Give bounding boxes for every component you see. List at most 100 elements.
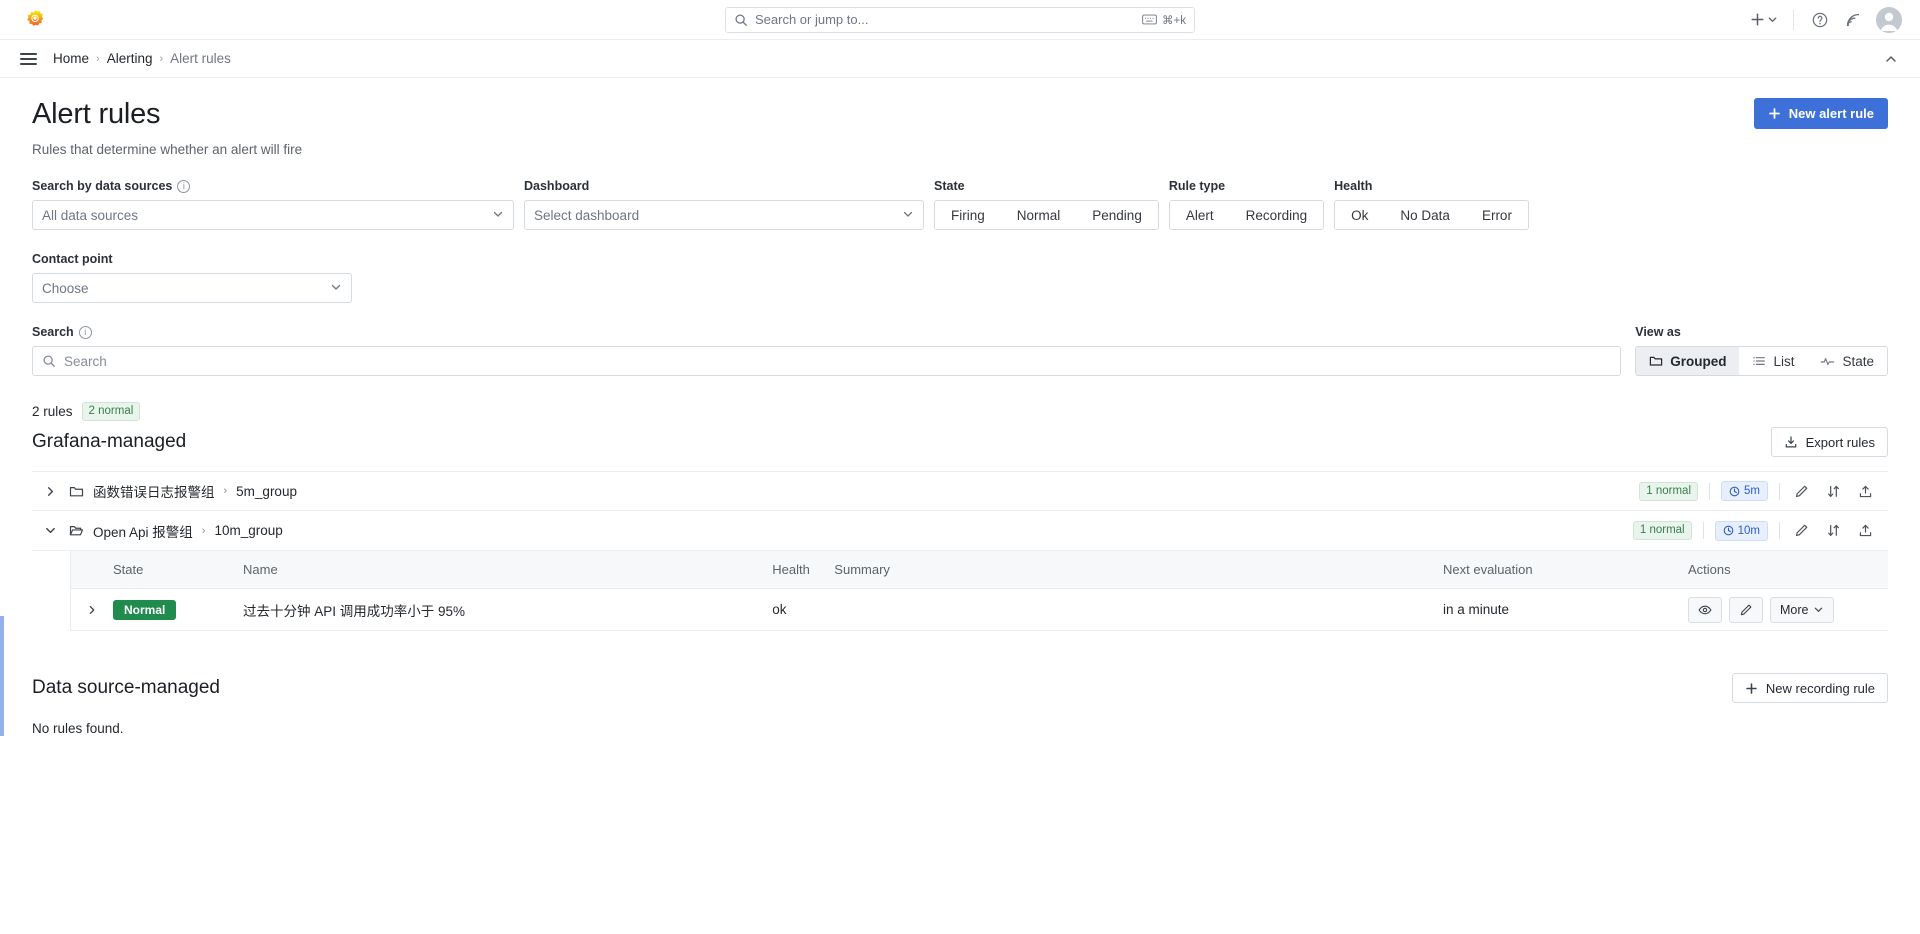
row-name[interactable]: 过去十分钟 API 调用成功率小于 95%	[243, 600, 772, 620]
list-icon	[1753, 357, 1766, 365]
menu-toggle-button[interactable]	[18, 49, 39, 69]
data-sources-label: Search by data sources i	[32, 179, 514, 193]
health-option-error[interactable]: Error	[1465, 201, 1528, 229]
new-alert-rule-button[interactable]: New alert rule	[1753, 98, 1888, 129]
create-new-button[interactable]	[1745, 11, 1782, 28]
edit-rule-button[interactable]	[1729, 596, 1763, 623]
breadcrumb-item-home[interactable]: Home	[53, 51, 89, 66]
more-actions-button[interactable]: More	[1770, 596, 1835, 623]
page-subtitle: Rules that determine whether an alert wi…	[32, 142, 303, 157]
state-label: State	[934, 179, 965, 193]
group-expand-toggle[interactable]	[42, 522, 59, 539]
rules-search-input[interactable]: Search	[32, 346, 1622, 376]
chevron-right-icon	[47, 486, 54, 496]
data-sources-value: All data sources	[42, 207, 139, 223]
page-edge-indicator	[0, 616, 4, 736]
new-recording-rule-label: New recording rule	[1765, 680, 1875, 696]
row-actions: More	[1688, 596, 1888, 623]
group-name: 函数错误日志报警组 › 5m_group	[69, 481, 297, 501]
state-option-firing[interactable]: Firing	[935, 201, 1001, 229]
chevron-up-icon	[1886, 55, 1896, 62]
new-recording-rule-button[interactable]: New recording rule	[1731, 673, 1888, 703]
divider	[1709, 482, 1711, 500]
data-source-managed-header: Data source-managed New recording rule	[32, 673, 1888, 703]
breadcrumb-item-alerting[interactable]: Alerting	[107, 51, 153, 66]
news-feed-icon	[1846, 13, 1860, 26]
export-rules-label: Export rules	[1805, 434, 1875, 450]
view-as-option-grouped[interactable]: Grouped	[1636, 347, 1740, 375]
view-as-option-list[interactable]: List	[1739, 347, 1808, 375]
row-expand-toggle[interactable]	[71, 604, 113, 616]
state-option-normal[interactable]: Normal	[1000, 201, 1077, 229]
global-search-box[interactable]: Search or jump to... ⌘+k	[725, 6, 1195, 33]
page-title: Alert rules	[32, 98, 161, 130]
rule-type-radio-group: Alert Recording	[1168, 200, 1325, 230]
export-icon	[1859, 485, 1872, 497]
view-as-option-state[interactable]: State	[1807, 347, 1887, 375]
grafana-logo	[27, 9, 44, 26]
status-badge: Normal	[113, 599, 177, 620]
pencil-icon	[1795, 524, 1808, 537]
grafana-logo-link[interactable]	[18, 9, 52, 31]
rules-table: State Name Health Summary Next evaluatio…	[70, 551, 1888, 631]
filter-bar: Search by data sources i All data source…	[32, 179, 1888, 230]
export-icon	[1859, 524, 1872, 537]
export-icon	[1785, 436, 1796, 448]
info-circle-icon[interactable]: i	[78, 325, 92, 339]
page-header: Alert rules Rules that determine whether…	[32, 98, 1888, 157]
export-rules-button[interactable]: Export rules	[1770, 427, 1888, 457]
top-navigation-bar: Search or jump to... ⌘+k	[0, 0, 1920, 40]
top-bar-actions	[1745, 5, 1902, 35]
reorder-icon	[1828, 524, 1839, 536]
state-option-pending[interactable]: Pending	[1076, 201, 1158, 229]
data-sources-select[interactable]: All data sources	[32, 200, 514, 230]
rule-type-option-recording[interactable]: Recording	[1229, 201, 1324, 229]
breadcrumb-item-alert-rules: Alert rules	[170, 51, 231, 66]
export-group-button[interactable]	[1855, 481, 1876, 502]
rules-search-field: Search i Search	[32, 325, 1622, 376]
table-row[interactable]: Normal 过去十分钟 API 调用成功率小于 95% ok in a min…	[71, 589, 1888, 631]
table-header-summary: Summary	[834, 562, 890, 577]
edit-group-button[interactable]	[1791, 520, 1812, 541]
rule-group-row[interactable]: Open Api 报警组 › 10m_group 1 normal 10m	[32, 511, 1888, 551]
rule-type-option-alert[interactable]: Alert	[1169, 201, 1230, 229]
reorder-group-button[interactable]	[1823, 481, 1844, 502]
health-option-no-data[interactable]: No Data	[1384, 201, 1466, 229]
folder-open-icon	[69, 526, 84, 536]
row-state: Normal	[113, 599, 243, 620]
user-avatar[interactable]	[1876, 6, 1902, 33]
dashboard-select[interactable]: Select dashboard	[524, 200, 924, 230]
heart-pulse-icon	[1821, 357, 1835, 365]
group-interval-badge: 10m	[1714, 520, 1768, 541]
breadcrumb-bar: Home › Alerting › Alert rules	[0, 40, 1920, 78]
rule-group-row[interactable]: 函数错误日志报警组 › 5m_group 1 normal 5m	[32, 471, 1888, 511]
collapse-header-button[interactable]	[1880, 48, 1902, 70]
divider	[1779, 522, 1780, 539]
view-rule-button[interactable]	[1688, 596, 1722, 623]
view-as-label: View as	[1635, 325, 1681, 339]
group-normal-badge: 1 normal	[1639, 481, 1699, 501]
global-search[interactable]: Search or jump to... ⌘+k	[725, 6, 1195, 33]
contact-point-select[interactable]: Choose	[32, 273, 352, 303]
group-expand-toggle[interactable]	[42, 483, 59, 500]
group-evaluation-name: 5m_group	[236, 483, 297, 499]
page-content: Alert rules Rules that determine whether…	[0, 78, 1920, 736]
clock-icon	[1723, 525, 1733, 536]
plus-icon	[1746, 682, 1757, 694]
group-folder-name: 函数错误日志报警组	[93, 485, 215, 500]
filter-state: State Firing Normal Pending	[934, 179, 1159, 230]
dashboard-placeholder: Select dashboard	[534, 207, 640, 223]
chevron-down-icon	[322, 281, 342, 296]
help-button[interactable]	[1805, 5, 1835, 35]
search-icon	[735, 13, 747, 26]
news-button[interactable]	[1838, 5, 1868, 35]
folder-icon	[69, 486, 84, 496]
health-option-ok[interactable]: Ok	[1335, 201, 1385, 229]
export-group-button[interactable]	[1855, 520, 1876, 541]
help-circle-icon	[1812, 12, 1828, 27]
search-shortcut-text: ⌘+k	[1162, 14, 1186, 27]
edit-group-button[interactable]	[1791, 481, 1812, 502]
info-circle-icon[interactable]: i	[177, 179, 191, 193]
reorder-group-button[interactable]	[1823, 520, 1844, 541]
chevron-down-icon	[1815, 607, 1823, 612]
